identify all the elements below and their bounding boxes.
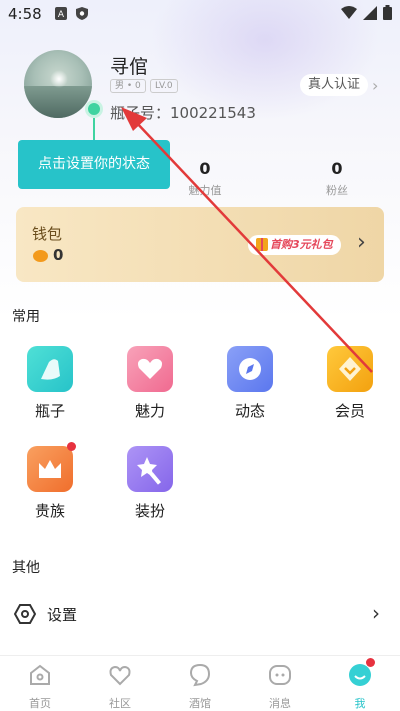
- bottle-id: 瓶子号：100221543: [110, 104, 256, 122]
- grid-item-feed[interactable]: 动态: [220, 346, 280, 421]
- section-title-common: 常用: [12, 309, 40, 325]
- settings-row[interactable]: 设置 ›: [0, 595, 400, 635]
- status-pin-line: [93, 118, 95, 140]
- settings-label: 设置: [47, 606, 78, 624]
- tavern-icon: [189, 663, 211, 687]
- heart-icon: [127, 346, 173, 392]
- grid-item-vip[interactable]: 会员: [320, 346, 380, 421]
- magic-wand-icon: [127, 446, 173, 492]
- promo-gift-badge[interactable]: 首购3元礼包: [248, 235, 341, 255]
- grid-label: 瓶子: [34, 402, 65, 420]
- stat-label: 魅力值: [188, 184, 222, 197]
- grid-item-charm[interactable]: 魅力: [120, 346, 180, 421]
- chevron-right-icon: ›: [372, 601, 380, 625]
- message-icon: [269, 665, 291, 685]
- crown-icon: [27, 442, 76, 492]
- promo-label: 首购3元礼包: [270, 238, 333, 251]
- section-title-other: 其他: [12, 560, 40, 576]
- stat-value: 0: [331, 159, 343, 178]
- nav-messages[interactable]: 消息: [240, 656, 320, 711]
- grid-label: 贵族: [34, 502, 65, 520]
- status-tooltip[interactable]: 点击设置你的状态: [18, 140, 170, 189]
- nav-badge-dot: [366, 658, 375, 667]
- status-pin-icon[interactable]: [85, 100, 103, 118]
- settings-hexagon-icon: [14, 604, 36, 624]
- status-bar: 4:58 A: [0, 0, 400, 28]
- battery-icon: [383, 5, 392, 20]
- nav-label: 我: [354, 697, 366, 710]
- stat-label: 粉丝: [326, 184, 348, 197]
- svg-text:A: A: [58, 10, 65, 20]
- verify-button[interactable]: 真人认证: [300, 74, 369, 96]
- stat-charm[interactable]: 0 魅力值: [165, 159, 245, 198]
- grid-label: 动态: [234, 402, 265, 420]
- community-icon: [109, 665, 131, 686]
- username: 寻倌: [110, 56, 149, 78]
- status-time: 4:58: [8, 5, 42, 23]
- wallet-card[interactable]: 钱包 0 首购3元礼包 ›: [16, 207, 384, 282]
- wallet-title: 钱包: [32, 225, 63, 243]
- bottle-icon: [27, 346, 73, 392]
- nav-tavern[interactable]: 酒馆: [160, 656, 240, 711]
- nav-home[interactable]: 首页: [0, 656, 80, 711]
- level-tag: LV.0: [150, 79, 178, 93]
- nav-me[interactable]: 我: [320, 656, 400, 711]
- grid-label: 装扮: [134, 502, 165, 520]
- wallet-balance: 0: [53, 246, 64, 264]
- compass-icon: [227, 346, 273, 392]
- grid-label: 魅力: [134, 402, 165, 420]
- gender-tag: 男 • 0: [110, 79, 146, 93]
- notification-a-icon: A: [55, 7, 67, 20]
- home-icon: [30, 664, 50, 685]
- bottom-nav: 首页 社区 酒馆 消息 我: [0, 655, 400, 711]
- avatar[interactable]: [24, 50, 92, 118]
- new-badge-dot: [67, 442, 76, 451]
- wifi-icon: [341, 5, 357, 19]
- coin-icon: [33, 250, 48, 262]
- nav-label: 消息: [269, 697, 291, 710]
- vip-icon: [327, 346, 373, 392]
- nav-label: 首页: [29, 697, 51, 710]
- grid-item-noble[interactable]: 贵族: [20, 442, 80, 521]
- stat-value: 0: [199, 159, 211, 178]
- chevron-right-icon[interactable]: ›: [372, 76, 378, 95]
- grid-label: 会员: [334, 402, 365, 420]
- nav-label: 社区: [109, 697, 131, 710]
- grid-item-dressup[interactable]: 装扮: [120, 446, 180, 521]
- chevron-right-icon[interactable]: ›: [357, 230, 366, 255]
- grid-item-bottle[interactable]: 瓶子: [20, 346, 80, 421]
- nav-label: 酒馆: [189, 697, 211, 710]
- signal-icon: [363, 5, 377, 20]
- gift-icon: [256, 238, 268, 251]
- shield-icon: [76, 7, 88, 20]
- nav-community[interactable]: 社区: [80, 656, 160, 711]
- stat-fans[interactable]: 0 粉丝: [297, 159, 377, 198]
